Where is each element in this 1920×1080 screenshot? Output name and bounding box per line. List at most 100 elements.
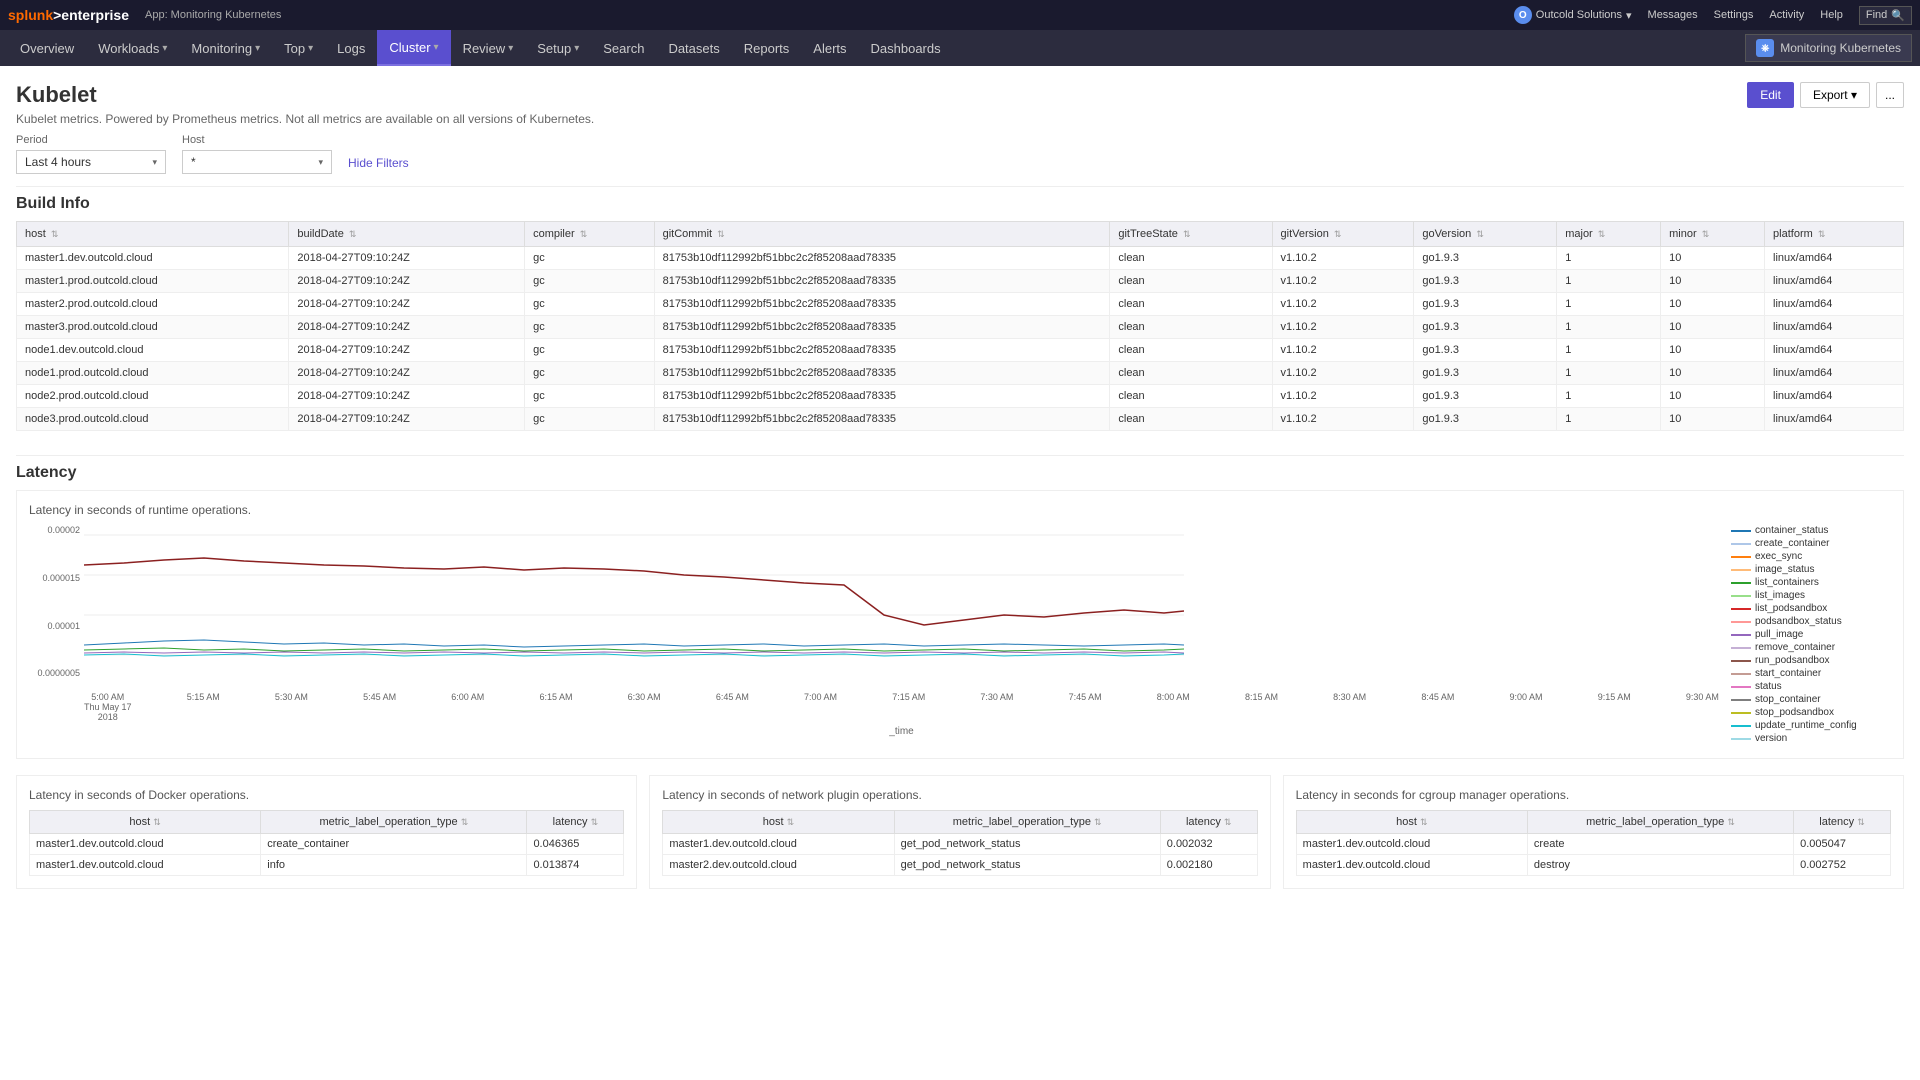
col-compiler[interactable]: compiler ⇅ [525, 222, 655, 247]
period-select[interactable]: Last 4 hours ▾ [16, 150, 166, 174]
table-row: master1.dev.outcold.cloud info 0.013874 [30, 855, 624, 876]
nav-reports[interactable]: Reports [732, 30, 802, 66]
nav-overview[interactable]: Overview [8, 30, 86, 66]
org-dropdown-icon: ▾ [1626, 9, 1632, 22]
table-row: master1.dev.outcold.cloud 2018-04-27T09:… [17, 247, 1904, 270]
nav-cluster[interactable]: Cluster ▾ [377, 30, 450, 66]
period-dropdown-icon: ▾ [152, 157, 157, 168]
legend-label: update_runtime_config [1755, 720, 1857, 731]
cgroup-title: Latency in seconds for cgroup manager op… [1296, 788, 1891, 802]
nav-alerts[interactable]: Alerts [801, 30, 858, 66]
legend-color [1731, 647, 1751, 649]
legend-color [1731, 712, 1751, 714]
cgroup-col-latency[interactable]: latency ⇅ [1794, 811, 1891, 834]
docker-col-latency[interactable]: latency ⇅ [527, 811, 624, 834]
app-name[interactable]: App: Monitoring Kubernetes [145, 9, 281, 21]
col-major[interactable]: major ⇅ [1557, 222, 1661, 247]
col-goversion[interactable]: goVersion ⇅ [1414, 222, 1557, 247]
help-link[interactable]: Help [1820, 9, 1843, 21]
cell-major: 1 [1557, 247, 1661, 270]
network-op-2: get_pod_network_status [894, 855, 1160, 876]
cell-major: 1 [1557, 339, 1661, 362]
nav-search[interactable]: Search [591, 30, 656, 66]
legend-color [1731, 621, 1751, 623]
legend-color [1731, 686, 1751, 688]
yaxis-label-1: 0.00002 [29, 525, 80, 535]
network-col-host[interactable]: host ⇅ [663, 811, 894, 834]
x-label-11: 7:30 AM [980, 692, 1013, 722]
host-filter: Host * ▾ [182, 134, 332, 174]
legend-label: version [1755, 733, 1787, 744]
nav-review[interactable]: Review ▾ [451, 30, 526, 66]
network-latency-1: 0.002032 [1160, 834, 1257, 855]
hide-filters-link[interactable]: Hide Filters [348, 156, 409, 170]
edit-button[interactable]: Edit [1747, 82, 1794, 108]
settings-link[interactable]: Settings [1714, 9, 1754, 21]
cgroup-col-op[interactable]: metric_label_operation_type ⇅ [1527, 811, 1793, 834]
nav-workloads[interactable]: Workloads ▾ [86, 30, 179, 66]
legend-item: container_status [1731, 525, 1891, 536]
export-button[interactable]: Export ▾ [1800, 82, 1870, 108]
org-name[interactable]: Outcold Solutions [1536, 9, 1622, 21]
nav-datasets[interactable]: Datasets [656, 30, 731, 66]
activity-link[interactable]: Activity [1769, 9, 1804, 21]
col-platform[interactable]: platform ⇅ [1765, 222, 1904, 247]
cell-gitcommit: 81753b10df112992bf51bbc2c2f85208aad78335 [654, 293, 1110, 316]
col-gittreestate[interactable]: gitTreeState ⇅ [1110, 222, 1272, 247]
nav-monitoring[interactable]: Monitoring ▾ [179, 30, 272, 66]
legend-item: list_containers [1731, 577, 1891, 588]
cell-builddate: 2018-04-27T09:10:24Z [289, 362, 525, 385]
legend-color [1731, 699, 1751, 701]
cell-major: 1 [1557, 385, 1661, 408]
legend-label: start_container [1755, 668, 1821, 679]
x-label-13: 8:00 AM [1157, 692, 1190, 722]
docker-col-op[interactable]: metric_label_operation_type ⇅ [261, 811, 527, 834]
cell-compiler: gc [525, 247, 655, 270]
cell-host: node1.dev.outcold.cloud [17, 339, 289, 362]
docker-col-host[interactable]: host ⇅ [30, 811, 261, 834]
more-button[interactable]: ... [1876, 82, 1904, 108]
cell-platform: linux/amd64 [1765, 408, 1904, 431]
network-col-latency[interactable]: latency ⇅ [1160, 811, 1257, 834]
table-row: master2.prod.outcold.cloud 2018-04-27T09… [17, 293, 1904, 316]
legend-item: stop_container [1731, 694, 1891, 705]
nav-dashboards[interactable]: Dashboards [859, 30, 953, 66]
col-gitversion[interactable]: gitVersion ⇅ [1272, 222, 1414, 247]
cell-major: 1 [1557, 270, 1661, 293]
host-select[interactable]: * ▾ [182, 150, 332, 174]
nav-setup[interactable]: Setup ▾ [525, 30, 591, 66]
cell-compiler: gc [525, 293, 655, 316]
x-label-5: 6:00 AM [451, 692, 484, 722]
cell-host: master2.prod.outcold.cloud [17, 293, 289, 316]
chart-svg-area [84, 525, 1719, 688]
filters-row: Period Last 4 hours ▾ Host * ▾ Hide Filt… [16, 134, 1904, 174]
col-host[interactable]: host ⇅ [17, 222, 289, 247]
col-gitcommit[interactable]: gitCommit ⇅ [654, 222, 1110, 247]
messages-link[interactable]: Messages [1648, 9, 1698, 21]
latency-chart-title: Latency in seconds of runtime operations… [29, 503, 1891, 517]
table-row: node2.prod.outcold.cloud 2018-04-27T09:1… [17, 385, 1904, 408]
cgroup-col-host[interactable]: host ⇅ [1296, 811, 1527, 834]
user-org[interactable]: O Outcold Solutions ▾ [1514, 6, 1632, 24]
docker-latency-chart: Latency in seconds of Docker operations.… [16, 775, 637, 889]
cell-gitcommit: 81753b10df112992bf51bbc2c2f85208aad78335 [654, 316, 1110, 339]
network-col-op[interactable]: metric_label_operation_type ⇅ [894, 811, 1160, 834]
table-row: master1.dev.outcold.cloud destroy 0.0027… [1296, 855, 1890, 876]
latency-svg [84, 525, 1184, 685]
legend-item: podsandbox_status [1731, 616, 1891, 627]
cell-platform: linux/amd64 [1765, 293, 1904, 316]
x-label-16: 8:45 AM [1421, 692, 1454, 722]
cell-goversion: go1.9.3 [1414, 408, 1557, 431]
nav-logs[interactable]: Logs [325, 30, 377, 66]
cell-builddate: 2018-04-27T09:10:24Z [289, 339, 525, 362]
header-actions: Edit Export ▾ ... [1747, 82, 1904, 108]
nav-top[interactable]: Top ▾ [272, 30, 325, 66]
topbar-left: splunk>enterprise App: Monitoring Kubern… [8, 7, 281, 23]
col-minor[interactable]: minor ⇅ [1661, 222, 1765, 247]
find-input[interactable]: Find 🔍 [1859, 6, 1912, 25]
cell-host: master1.dev.outcold.cloud [17, 247, 289, 270]
cell-gitcommit: 81753b10df112992bf51bbc2c2f85208aad78335 [654, 362, 1110, 385]
cell-gittreestate: clean [1110, 408, 1272, 431]
col-builddate[interactable]: buildDate ⇅ [289, 222, 525, 247]
cell-minor: 10 [1661, 293, 1765, 316]
